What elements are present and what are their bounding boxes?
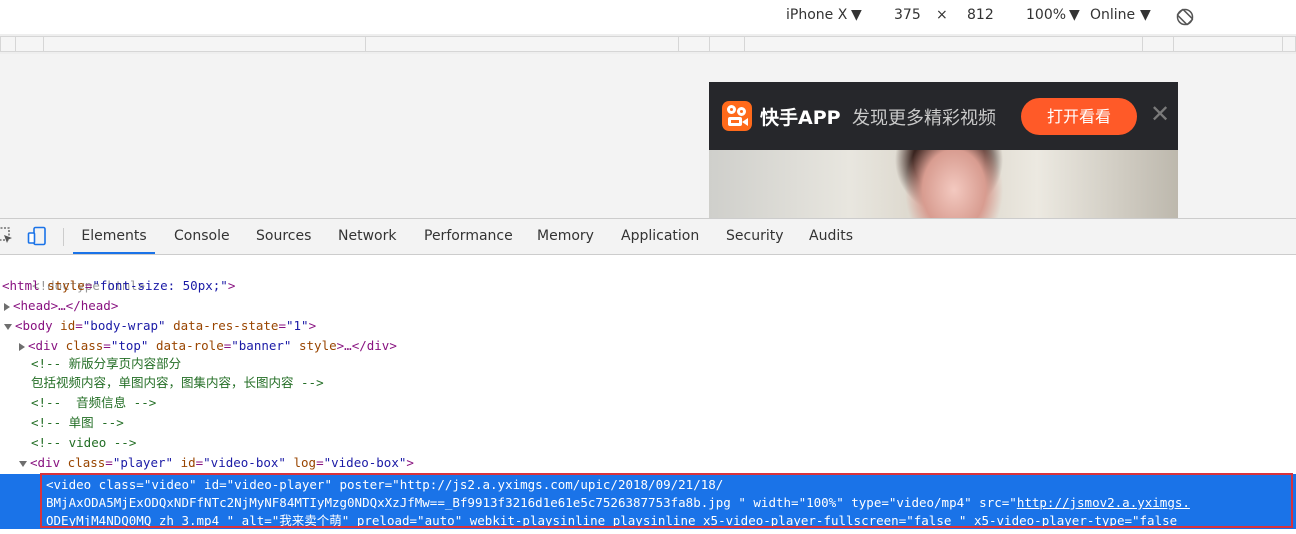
chevron-down-icon[interactable]: ▼ bbox=[851, 7, 862, 23]
close-icon[interactable]: ✕ bbox=[1150, 102, 1170, 126]
tab-audits[interactable]: Audits bbox=[809, 219, 853, 254]
device-viewport: 快手APP 发现更多精彩视频 打开看看 ✕ bbox=[0, 54, 1296, 218]
tag-name: <html bbox=[2, 278, 40, 293]
ruler-segment[interactable] bbox=[0, 36, 16, 52]
open-app-button[interactable]: 打开看看 bbox=[1021, 98, 1137, 135]
comment-text: <!-- 音频信息 --> bbox=[31, 395, 157, 410]
zoom-select[interactable]: 100% bbox=[1026, 7, 1066, 23]
divider bbox=[63, 228, 64, 246]
comment-node[interactable]: <!-- video --> bbox=[31, 433, 136, 453]
media-query-ruler[interactable] bbox=[0, 34, 1296, 54]
attr-name: style bbox=[299, 338, 337, 353]
ruler-segment[interactable] bbox=[1282, 36, 1296, 52]
device-width-input[interactable]: 375 bbox=[894, 7, 921, 23]
tab-performance[interactable]: Performance bbox=[424, 219, 513, 254]
comment-text: <!-- 单图 --> bbox=[31, 415, 124, 430]
comment-text: 包括视频内容，单图内容，图集内容，长图内容 --> bbox=[31, 375, 324, 390]
attr-name: data-role bbox=[155, 338, 224, 353]
tab-network[interactable]: Network bbox=[338, 219, 396, 254]
ruler-segment[interactable] bbox=[1142, 36, 1174, 52]
comment-node[interactable]: <!-- 单图 --> bbox=[31, 413, 124, 433]
devtools-tab-bar: Elements Console Sources Network Perform… bbox=[0, 218, 1296, 255]
tab-memory[interactable]: Memory bbox=[537, 219, 594, 254]
device-model-select[interactable]: iPhone X bbox=[786, 7, 847, 23]
ruler-segment[interactable] bbox=[43, 36, 366, 52]
tab-security[interactable]: Security bbox=[726, 219, 784, 254]
attr-value: "top" bbox=[110, 338, 149, 353]
device-height-input[interactable]: 812 bbox=[967, 7, 994, 23]
video-poster[interactable] bbox=[709, 150, 1178, 218]
comment-node[interactable]: <!-- 新版分享页内容部分 bbox=[31, 354, 181, 374]
ruler-segment[interactable] bbox=[709, 36, 745, 52]
attr-value: "1" bbox=[285, 318, 309, 333]
attr-name: id bbox=[180, 455, 196, 470]
body-node[interactable]: <body id="body-wrap" data-res-state="1"> bbox=[4, 316, 316, 336]
ruler-segment[interactable] bbox=[744, 36, 1143, 52]
ruler-segment[interactable] bbox=[15, 36, 44, 52]
dimension-separator: × bbox=[936, 7, 948, 23]
tag-name: >…</div> bbox=[336, 338, 397, 353]
app-download-banner: 快手APP 发现更多精彩视频 打开看看 ✕ bbox=[709, 82, 1178, 150]
phone-screen: 快手APP 发现更多精彩视频 打开看看 ✕ bbox=[709, 82, 1178, 218]
attr-name: log bbox=[293, 455, 317, 470]
chevron-down-icon[interactable]: ▼ bbox=[1069, 7, 1080, 23]
app-slogan: 发现更多精彩视频 bbox=[852, 108, 996, 129]
attr-name: id bbox=[60, 318, 76, 333]
tab-elements[interactable]: Elements bbox=[73, 219, 155, 254]
head-node[interactable]: <head>…</head> bbox=[4, 296, 118, 316]
collapse-triangle-icon[interactable] bbox=[4, 323, 12, 330]
html-node[interactable]: <html style="font-size: 50px;"> bbox=[2, 276, 235, 296]
attr-name: data-res-state bbox=[173, 318, 279, 333]
tag-name: <head>…</head> bbox=[13, 298, 119, 313]
selection-outline bbox=[40, 473, 1293, 528]
attr-value: "player" bbox=[112, 455, 174, 470]
app-name: 快手APP bbox=[760, 107, 841, 129]
chevron-down-icon[interactable]: ▼ bbox=[1140, 7, 1151, 23]
attr-value: "body-wrap" bbox=[82, 318, 166, 333]
tag-name: <div bbox=[28, 338, 59, 353]
elements-tree: <!doctype html> <html style="font-size: … bbox=[0, 255, 1296, 534]
div-player-node[interactable]: <div class="player" id="video-box" log="… bbox=[19, 453, 414, 473]
tab-application[interactable]: Application bbox=[621, 219, 699, 254]
rotate-icon[interactable] bbox=[1175, 7, 1195, 27]
tab-console[interactable]: Console bbox=[174, 219, 230, 254]
device-toolbar: iPhone X ▼ 375 × 812 100% ▼ Online ▼ bbox=[0, 0, 1296, 34]
attr-value: "font-size: 50px;" bbox=[92, 278, 228, 293]
comment-text: <!-- video --> bbox=[31, 435, 137, 450]
attr-value: "video-box" bbox=[323, 455, 407, 470]
div-top-node[interactable]: <div class="top" data-role="banner" styl… bbox=[19, 336, 397, 356]
attr-name: class bbox=[67, 455, 106, 470]
attr-value: "video-box" bbox=[203, 455, 286, 470]
comment-text: <!-- 新版分享页内容部分 bbox=[31, 356, 182, 371]
throttle-select[interactable]: Online bbox=[1090, 7, 1135, 23]
expand-triangle-icon[interactable] bbox=[19, 342, 25, 351]
tab-sources[interactable]: Sources bbox=[256, 219, 311, 254]
attr-value: "banner" bbox=[231, 338, 292, 353]
collapse-triangle-icon[interactable] bbox=[19, 460, 27, 467]
tag-name: <div bbox=[30, 455, 61, 470]
doctype-node[interactable]: <!doctype html> bbox=[2, 256, 145, 293]
device-toggle-icon[interactable] bbox=[27, 226, 47, 246]
inspect-element-icon[interactable] bbox=[0, 227, 14, 245]
expand-triangle-icon[interactable] bbox=[4, 302, 10, 311]
comment-node[interactable]: <!-- 音频信息 --> bbox=[31, 393, 156, 413]
kuaishou-logo-icon bbox=[722, 101, 752, 131]
attr-name: style bbox=[47, 278, 85, 293]
tag-name: <body bbox=[15, 318, 53, 333]
ruler-segment[interactable] bbox=[365, 36, 679, 52]
ruler-segment[interactable] bbox=[1173, 36, 1283, 52]
attr-name: class bbox=[65, 338, 104, 353]
comment-node[interactable]: 包括视频内容，单图内容，图集内容，长图内容 --> bbox=[31, 373, 324, 393]
ruler-segment[interactable] bbox=[678, 36, 710, 52]
